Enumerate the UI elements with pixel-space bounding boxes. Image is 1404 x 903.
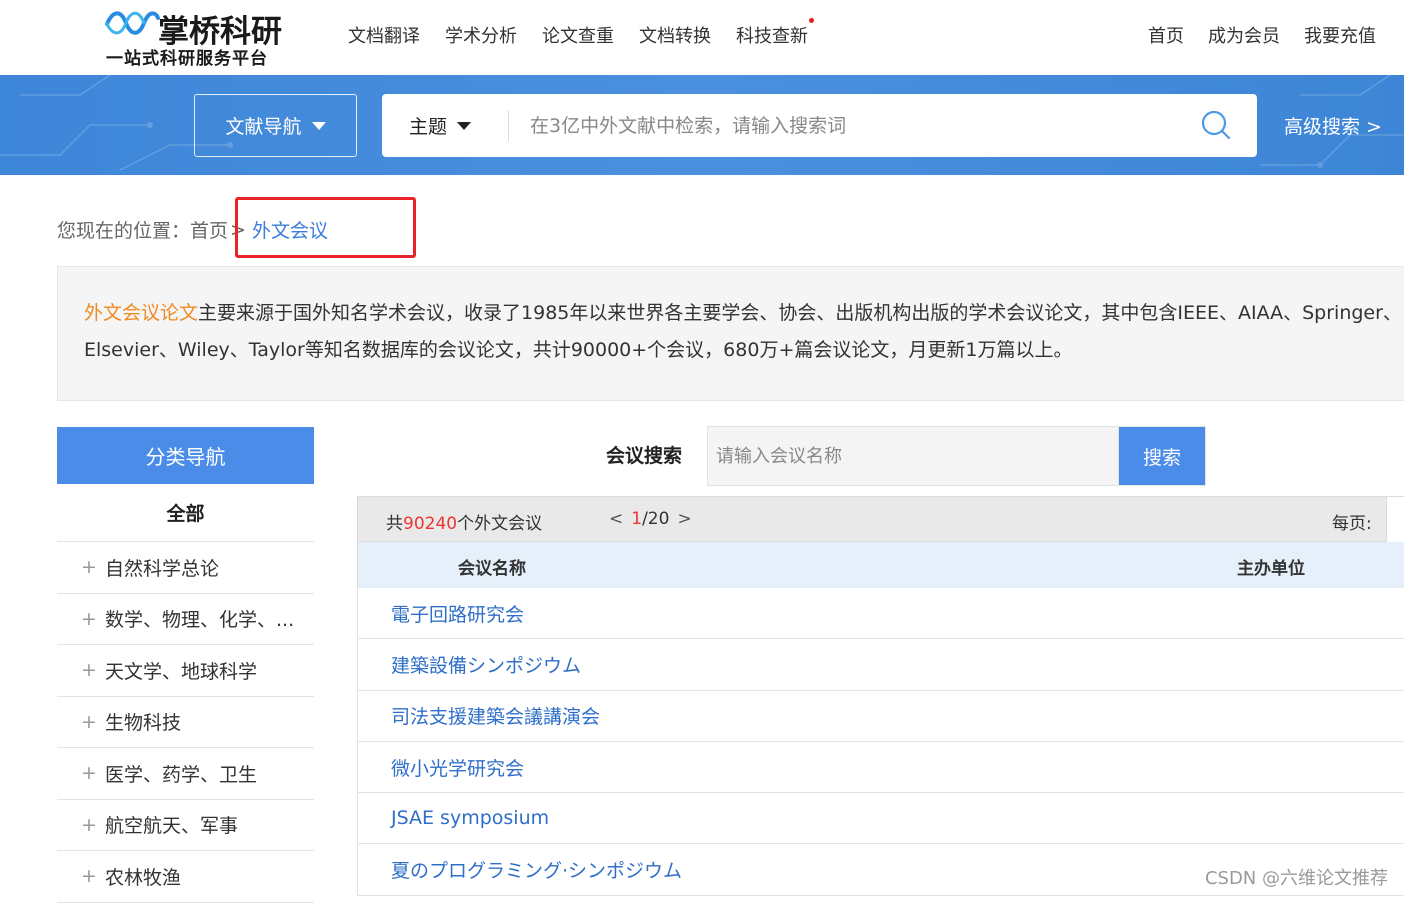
site-logo[interactable]: 掌桥科研 一站式科研服务平台 (104, 4, 304, 69)
nav-plagiarism-check[interactable]: 论文查重 (542, 22, 614, 48)
category-item-label: 航空航天、军事 (105, 815, 239, 838)
nav-recharge[interactable]: 我要充值 (1304, 22, 1376, 48)
intro-lead: 外文会议论文 (84, 302, 199, 324)
main-nav: 文档翻译 学术分析 论文查重 文档转换 科技查新 (348, 18, 833, 48)
nav-become-member[interactable]: 成为会员 (1208, 22, 1280, 48)
logo-slogan: 一站式科研服务平台 (106, 49, 268, 69)
conference-search-button[interactable]: 搜索 (1118, 426, 1206, 486)
nav-home[interactable]: 首页 (1148, 22, 1184, 48)
intro-line-2: Elsevier、Wiley、Taylor等知名数据库的会议论文，共计90000… (84, 339, 1073, 361)
intro-panel: 外文会议论文主要来源于国外知名学术会议，收录了1985年以来世界各主要学会、协会… (57, 266, 1404, 401)
search-scope-label: 主题 (409, 116, 448, 138)
category-item-label: 天文学、地球科学 (105, 660, 258, 683)
column-header-name: 会议名称 (458, 559, 526, 579)
search-scope-dropdown[interactable]: 主题 (409, 94, 472, 157)
plus-icon: + (81, 813, 97, 836)
conference-search-label: 会议搜索 (606, 445, 683, 467)
category-item-label: 自然科学总论 (105, 557, 220, 580)
breadcrumb-current: 外文会议 (251, 220, 328, 242)
nav-doc-convert[interactable]: 文档转换 (639, 22, 711, 48)
category-item[interactable]: + 数学、物理、化学、... (57, 594, 314, 645)
category-item-label: 生物科技 (105, 712, 182, 735)
plus-icon: + (81, 659, 97, 682)
nav-doc-translate[interactable]: 文档翻译 (348, 22, 420, 48)
logo-wave-icon (105, 11, 160, 35)
prev-page-icon[interactable]: < (609, 509, 623, 529)
table-row: 司法支援建築会議講演会 (357, 690, 1404, 742)
category-item[interactable]: + 航空航天、军事 (57, 800, 314, 851)
plus-icon: + (81, 710, 97, 733)
category-item[interactable]: + 农林牧渔 (57, 851, 314, 903)
caret-down-icon (457, 121, 472, 130)
table-row: 微小光学研究会 (357, 741, 1404, 794)
breadcrumb-prefix: 您现在的位置： (57, 220, 191, 242)
table-row: JSAE symposium (357, 793, 1404, 845)
breadcrumb: 您现在的位置： 首页 > 外文会议 (57, 216, 328, 243)
plus-icon: + (81, 607, 97, 630)
conference-link[interactable]: 微小光学研究会 (391, 754, 524, 781)
main-search-input[interactable] (528, 106, 1168, 146)
result-total: 共90240个外文会议 (386, 509, 542, 534)
pagination: < 1/20 > (609, 509, 692, 529)
conference-link[interactable]: 司法支援建築会議講演会 (391, 702, 600, 729)
nav-novelty-search-label: 科技查新 (736, 26, 808, 47)
total-suffix: 个外文会议 (457, 514, 543, 534)
breadcrumb-separator: > (230, 218, 246, 241)
intro-line-1: 外文会议论文主要来源于国外知名学术会议，收录了1985年以来世界各主要学会、协会… (84, 295, 1404, 332)
nav-novelty-search[interactable]: 科技查新 (736, 18, 814, 48)
intro-line-1-text: 主要来源于国外知名学术会议，收录了1985年以来世界各主要学会、协会、出版机构出… (198, 302, 1402, 324)
conference-link[interactable]: JSAE symposium (391, 807, 549, 829)
advanced-search-link[interactable]: 高级搜索 > (1284, 112, 1382, 139)
caret-down-icon (311, 121, 326, 130)
page-total: /20 (642, 509, 670, 529)
result-summary-bar: 共90240个外文会议 < 1/20 > 每页: (357, 496, 1404, 543)
page-indicator: 1/20 (631, 509, 669, 529)
table-header: 会议名称 主办单位 (357, 542, 1404, 588)
category-all[interactable]: 全部 (57, 484, 314, 542)
conference-list: 電子回路研究会 建築設備シンポジウム 司法支援建築会議講演会 微小光学研究会 J… (357, 588, 1404, 896)
category-list: 全部 + 自然科学总论 + 数学、物理、化学、... + 天文学、地球科学 + 生物科技… (57, 484, 314, 903)
category-nav-header: 分类导航 (57, 427, 314, 484)
new-badge-dot (809, 18, 814, 23)
per-page-select[interactable] (1386, 497, 1404, 543)
category-item-label: 农林牧渔 (105, 866, 182, 889)
plus-icon: + (81, 762, 97, 785)
search-divider (508, 110, 509, 141)
category-item[interactable]: + 自然科学总论 (57, 542, 314, 594)
next-page-icon[interactable]: > (677, 509, 691, 529)
search-banner: 文献导航 主题 高级搜索 > (0, 75, 1404, 175)
category-item[interactable]: + 生物科技 (57, 697, 314, 748)
literature-nav-dropdown[interactable]: 文献导航 (194, 94, 357, 157)
per-page-label: 每页: (1332, 514, 1372, 534)
category-item-label: 医学、药学、卫生 (105, 763, 258, 786)
search-icon[interactable] (1200, 109, 1232, 141)
plus-icon: + (81, 865, 97, 888)
plus-icon: + (81, 556, 97, 579)
literature-nav-label: 文献导航 (225, 116, 302, 138)
table-row: 電子回路研究会 (357, 588, 1404, 640)
conference-link[interactable]: 夏のプログラミング·シンポジウム (391, 856, 682, 883)
top-header: 掌桥科研 一站式科研服务平台 文档翻译 学术分析 论文查重 文档转换 科技查新 … (0, 0, 1404, 75)
table-row: 建築設備シンポジウム (357, 639, 1404, 691)
main-search-box: 主题 (382, 94, 1257, 157)
nav-academic-analysis[interactable]: 学术分析 (445, 22, 517, 48)
column-header-organizer: 主办单位 (1237, 559, 1305, 579)
csdn-watermark: CSDN @六维论文推荐 (1204, 868, 1388, 889)
conference-search-input[interactable] (707, 426, 1119, 486)
total-count: 90240 (403, 514, 458, 534)
breadcrumb-home[interactable]: 首页 (190, 216, 228, 243)
page-current: 1 (631, 509, 643, 529)
total-prefix: 共 (386, 514, 403, 534)
category-item[interactable]: + 天文学、地球科学 (57, 645, 314, 697)
conference-link[interactable]: 建築設備シンポジウム (391, 651, 581, 678)
category-item-label: 数学、物理、化学、... (105, 609, 295, 632)
conference-link[interactable]: 電子回路研究会 (391, 600, 524, 627)
category-item[interactable]: + 医学、药学、卫生 (57, 748, 314, 800)
user-nav: 首页 成为会员 我要充值 (1148, 22, 1376, 48)
